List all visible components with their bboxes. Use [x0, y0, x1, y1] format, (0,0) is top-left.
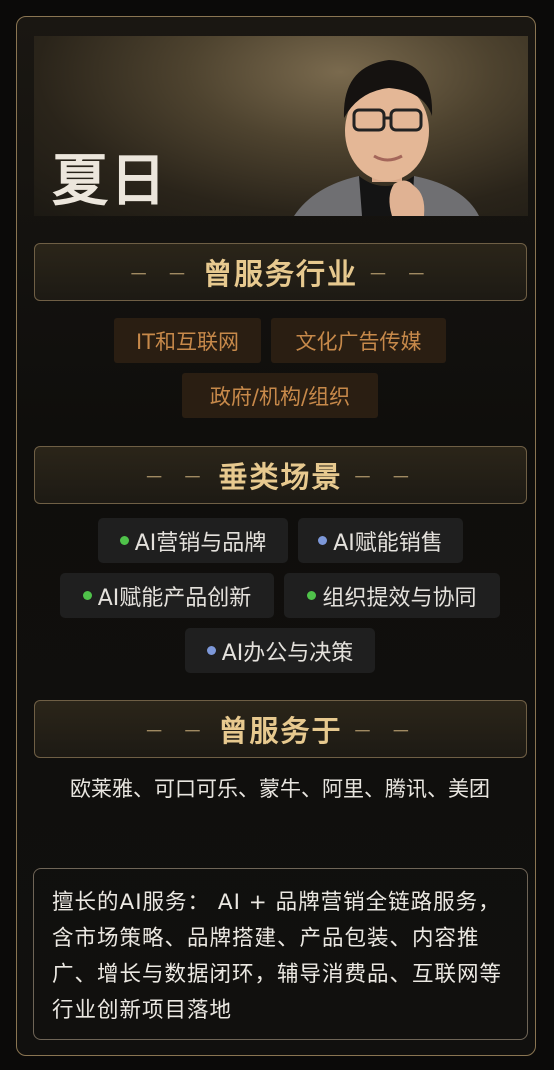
scenario-label: AI营销与品牌 — [134, 530, 267, 556]
industry-chip: 文化广告传媒 — [271, 318, 446, 363]
scenario-label: AI赋能产品创新 — [97, 585, 252, 611]
scenario-chip: AI赋能产品创新 — [60, 573, 274, 618]
industry-chip: IT和互联网 — [114, 318, 261, 363]
clients-list: 欧莱雅、可口可乐、蒙牛、阿里、腾讯、美团 — [70, 777, 490, 801]
header-dash-right: － － — [352, 464, 417, 489]
scenario-label: 组织提效与协同 — [322, 585, 477, 611]
scenario-chip: AI营销与品牌 — [98, 518, 288, 563]
bullet-dot-icon — [307, 591, 317, 600]
industries-title: 曾服务行业 — [202, 257, 358, 291]
hero-banner: 夏日 — [34, 36, 528, 216]
bullet-dot-icon — [206, 646, 216, 655]
scenarios-title: 垂类场景 — [218, 460, 343, 494]
bullet-dot-icon — [119, 536, 129, 545]
bullet-dot-icon — [82, 591, 92, 600]
scenario-chip: AI赋能销售 — [298, 518, 463, 563]
industries-section-header: － － 曾服务行业 － － — [34, 243, 527, 301]
header-dash-left: － － — [144, 718, 209, 743]
scenarios-section-header: － － 垂类场景 － － — [34, 446, 527, 504]
person-name: 夏日 — [52, 149, 168, 214]
header-dash-left: － － — [128, 261, 193, 286]
clients-title: 曾服务于 — [218, 714, 343, 748]
scenario-chip: AI办公与决策 — [185, 628, 375, 673]
bullet-dot-icon — [318, 536, 328, 545]
scenario-label: AI赋能销售 — [333, 530, 443, 556]
scenario-label: AI办公与决策 — [221, 640, 354, 666]
header-dash-right: － － — [368, 261, 433, 286]
header-dash-right: － － — [352, 718, 417, 743]
portrait-image — [294, 60, 479, 216]
industry-chip: 政府/机构/组织 — [182, 373, 378, 418]
service-description: 擅长的AI服务： AI + 品牌营销全链路服务，含市场策略、品牌搭建、产品包装、… — [33, 868, 528, 1040]
clients-section-header: － － 曾服务于 － － — [34, 700, 527, 758]
header-dash-left: － － — [144, 464, 209, 489]
scenario-chip: 组织提效与协同 — [284, 573, 500, 618]
